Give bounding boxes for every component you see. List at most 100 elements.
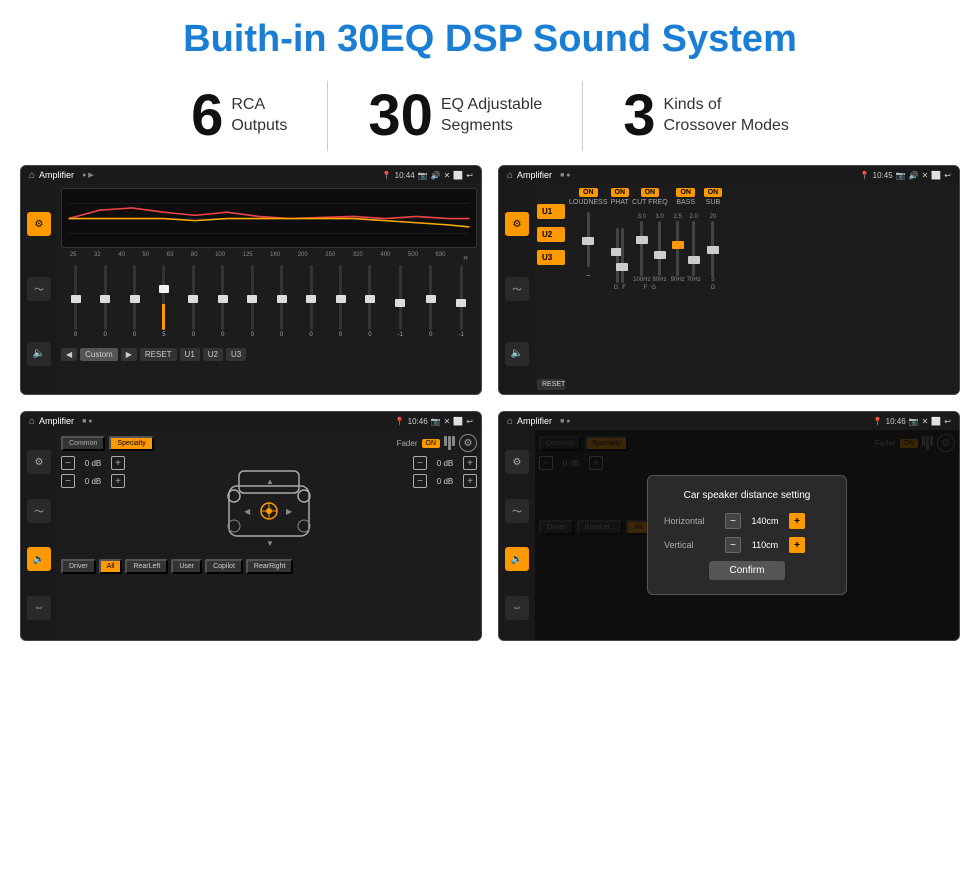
db-minus-fr[interactable]: − [413,456,427,470]
horizontal-minus[interactable]: − [725,513,741,529]
eq-slider-13[interactable]: -1 [459,265,464,345]
home-icon-4[interactable]: ⌂ [507,416,513,427]
fader-expand-icon[interactable]: ⇔ [27,596,51,620]
u3-label[interactable]: U3 [537,250,565,265]
db-plus-rr[interactable]: + [463,474,477,488]
fader-label: Fader [397,439,418,448]
rearright-btn[interactable]: RearRight [246,559,294,574]
crossover-reset-btn[interactable]: RESET [537,379,565,390]
copilot-btn[interactable]: Copilot [205,559,243,574]
user-btn[interactable]: User [171,559,202,574]
fader2-eq-icon[interactable]: ⚙ [505,450,529,474]
loudness-toggle[interactable]: ON [579,188,598,197]
speaker-icon-btn[interactable]: 🔈 [27,342,51,366]
u1-label[interactable]: U1 [537,204,565,219]
eq-slider-10[interactable]: 0 [368,265,371,345]
eq-icon-btn[interactable]: ⚙ [27,212,51,236]
db-control-fr: − 0 dB + [413,456,477,470]
fader-speaker-icon[interactable]: 🔈 [27,547,51,571]
eq-slider-8[interactable]: 0 [309,265,312,345]
fader-eq-icon[interactable]: ⚙ [27,450,51,474]
horizontal-plus[interactable]: + [789,513,805,529]
driver-btn[interactable]: Driver [61,559,96,574]
cross-speaker-icon[interactable]: 🔈 [505,342,529,366]
common-tab[interactable]: Common [61,436,105,451]
settings-icon[interactable]: ⚙ [459,434,477,452]
left-icons-4: ⚙ 〜 🔈 ⇔ [499,430,535,640]
eq-custom-btn[interactable]: Custom [80,348,118,361]
bass-section: ON BASS 2.5 90Hz [671,188,701,390]
screen-body-eq: ⚙ 〜 🔈 [21,184,481,394]
status-icons-3: 📍 10:46 📷 ✕ ⬜ ↩ [395,417,473,426]
eq-reset-btn[interactable]: RESET [140,348,177,361]
db-plus-rl[interactable]: + [111,474,125,488]
db-minus-rr[interactable]: − [413,474,427,488]
page-container: Buith-in 30EQ DSP Sound System 6 RCA Out… [0,0,980,651]
crossover-controls: ON LOUDNESS ~ ON PHAT [569,188,957,390]
db-control-rr: − 0 dB + [413,474,477,488]
vertical-minus[interactable]: − [725,537,741,553]
loudness-slider[interactable] [587,212,590,267]
wave-icon-btn[interactable]: 〜 [27,277,51,301]
horizontal-value: 140cm [745,516,785,526]
dialog-horizontal-row: Horizontal − 140cm + [664,513,830,529]
eq-slider-12[interactable]: 0 [429,265,432,345]
fader-main-content: Common Specialty Fader ON ⚙ [57,430,481,640]
u-labels: U1 U2 U3 RESET [537,188,565,390]
bass-toggle[interactable]: ON [676,188,695,197]
sub-toggle[interactable]: ON [704,188,723,197]
all-btn[interactable]: All [99,559,123,574]
right-db-controls: − 0 dB + − 0 dB + [413,456,477,488]
left-icons-3: ⚙ 〜 🔈 ⇔ [21,430,57,640]
db-plus-fr[interactable]: + [463,456,477,470]
db-plus-fl[interactable]: + [111,456,125,470]
horizontal-label: Horizontal [664,516,719,526]
phat-label: PHAT [611,199,629,206]
fader2-expand-icon[interactable]: ⇔ [505,596,529,620]
vertical-ctrl: − 110cm + [725,537,805,553]
specialty-tab[interactable]: Specialty [109,436,153,451]
statusbar-1: ⌂ Amplifier ● ▶ 📍 10:44 📷 🔊 ✕ ⬜ ↩ [21,166,481,184]
eq-slider-4[interactable]: 0 [192,265,195,345]
vertical-plus[interactable]: + [789,537,805,553]
eq-slider-0[interactable]: 0 [74,265,77,345]
home-icon-1[interactable]: ⌂ [29,170,35,181]
cross-eq-icon[interactable]: ⚙ [505,212,529,236]
fader2-wave-icon[interactable]: 〜 [505,499,529,523]
fader-on-badge[interactable]: ON [422,439,441,448]
eq-u2-btn[interactable]: U2 [203,348,223,361]
statusbar-4: ⌂ Amplifier ■ ● 📍 10:46 📷 ✕ ⬜ ↩ [499,412,959,430]
eq-slider-7[interactable]: 0 [280,265,283,345]
app-name-1: Amplifier [39,170,74,180]
home-icon-2[interactable]: ⌂ [507,170,513,181]
home-icon-3[interactable]: ⌂ [29,416,35,427]
cross-wave-icon[interactable]: 〜 [505,277,529,301]
eq-slider-3[interactable]: 5 [162,265,165,345]
confirm-button[interactable]: Confirm [709,561,784,580]
stat-rca: 6 RCA Outputs [151,87,327,145]
speaker-distance-dialog: Car speaker distance setting Horizontal … [647,475,847,595]
app-name-4: Amplifier [517,416,552,426]
eq-slider-11[interactable]: -1 [398,265,403,345]
eq-main-content: 25 32 40 50 63 80 100 125 160 200 250 32… [57,184,481,394]
db-value-fl: 0 dB [78,459,108,468]
cutfreq-toggle[interactable]: ON [641,188,660,197]
eq-slider-6[interactable]: 0 [251,265,254,345]
db-minus-rl[interactable]: − [61,474,75,488]
phat-toggle[interactable]: ON [611,188,630,197]
phat-section: ON PHAT GF [611,188,630,390]
eq-prev-btn[interactable]: ◀ [61,348,77,361]
eq-u3-btn[interactable]: U3 [226,348,246,361]
eq-slider-9[interactable]: 0 [339,265,342,345]
db-minus-fl[interactable]: − [61,456,75,470]
eq-slider-2[interactable]: 0 [133,265,136,345]
eq-u1-btn[interactable]: U1 [180,348,200,361]
eq-slider-1[interactable]: 0 [103,265,106,345]
db-control-rl: − 0 dB + [61,474,125,488]
fader2-speaker-icon[interactable]: 🔈 [505,547,529,571]
u2-label[interactable]: U2 [537,227,565,242]
fader-wave-icon[interactable]: 〜 [27,499,51,523]
rearleft-btn[interactable]: RearLeft [125,559,168,574]
eq-slider-5[interactable]: 0 [221,265,224,345]
eq-play-btn[interactable]: ▶ [121,348,137,361]
